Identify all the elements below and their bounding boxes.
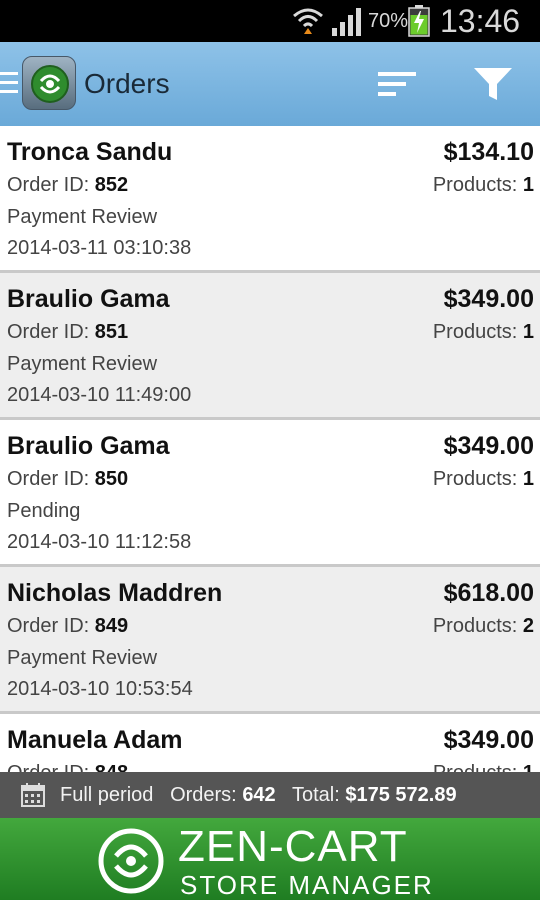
order-id: Order ID: 849 (7, 615, 129, 637)
app-logo-icon[interactable] (22, 56, 76, 110)
brand-subtitle: STORE MANAGER (180, 870, 434, 900)
orders-label: Orders: (170, 784, 237, 806)
summary-bar[interactable]: Full period Orders: 642 Total: $175 572.… (0, 772, 540, 818)
customer-name: Manuela Adam (7, 726, 183, 754)
order-date: 2014-03-10 11:49:00 (7, 384, 192, 406)
order-date: 2014-03-10 10:53:54 (7, 678, 193, 700)
order-total: $349.00 (443, 726, 534, 754)
customer-name: Tronca Sandu (7, 138, 173, 166)
order-date: 2014-03-11 03:10:38 (7, 237, 192, 259)
total-label: Total: (292, 784, 340, 806)
sort-icon[interactable] (372, 64, 422, 104)
customer-name: Braulio Gama (7, 285, 170, 313)
battery-percent: 70% (368, 10, 409, 32)
orders-list[interactable]: Tronca Sandu $134.10 Order ID: 852 Produ… (0, 126, 540, 772)
order-status: Payment Review (7, 647, 158, 669)
status-bar: 70% 13:46 (0, 0, 540, 42)
order-id: Order ID: 848 (7, 762, 128, 772)
order-status: Pending (7, 500, 81, 522)
drawer-menu-icon[interactable] (0, 72, 18, 98)
order-id: Order ID: 851 (7, 321, 129, 343)
action-bar: Orders (0, 42, 540, 126)
products-count: Products: 1 (432, 174, 534, 196)
order-row[interactable]: Manuela Adam $349.00 Order ID: 848 Produ… (0, 714, 540, 772)
order-total: $134.10 (443, 138, 534, 166)
total-value: $175 572.89 (345, 784, 457, 806)
order-total: $349.00 (443, 285, 534, 313)
products-count: Products: 1 (432, 321, 534, 343)
order-row[interactable]: Tronca Sandu $134.10 Order ID: 852 Produ… (0, 126, 540, 273)
order-row[interactable]: Nicholas Maddren $618.00 Order ID: 849 P… (0, 567, 540, 714)
order-row[interactable]: Braulio Gama $349.00 Order ID: 851 Produ… (0, 273, 540, 420)
products-count: Products: 1 (433, 762, 534, 772)
products-count: Products: 1 (432, 468, 534, 490)
period-label: Full period (60, 784, 154, 806)
clock: 13:46 (440, 3, 521, 39)
filter-icon[interactable] (466, 62, 520, 106)
customer-name: Braulio Gama (7, 432, 170, 460)
zen-cart-banner[interactable]: ZEN-CART STORE MANAGER (0, 818, 540, 900)
order-id: Order ID: 852 (7, 174, 129, 196)
orders-count: 642 (242, 784, 276, 806)
order-id: Order ID: 850 (7, 468, 129, 490)
signal-icon (332, 8, 361, 36)
zen-cart-logo-icon (98, 828, 164, 894)
battery-charging-icon (408, 5, 430, 37)
summary-text: Full period Orders: 642 Total: $175 572.… (60, 784, 457, 807)
order-status: Payment Review (7, 353, 158, 375)
order-total: $349.00 (443, 432, 534, 460)
order-total: $618.00 (443, 579, 534, 607)
products-count: Products: 2 (432, 615, 534, 637)
order-row[interactable]: Braulio Gama $349.00 Order ID: 850 Produ… (0, 420, 540, 567)
customer-name: Nicholas Maddren (7, 579, 223, 607)
order-date: 2014-03-10 11:12:58 (7, 531, 192, 553)
calendar-icon[interactable] (20, 782, 46, 808)
brand-name: ZEN-CART (178, 822, 408, 871)
page-title: Orders (84, 68, 170, 99)
wifi-icon (293, 8, 323, 34)
order-status: Payment Review (7, 206, 158, 228)
